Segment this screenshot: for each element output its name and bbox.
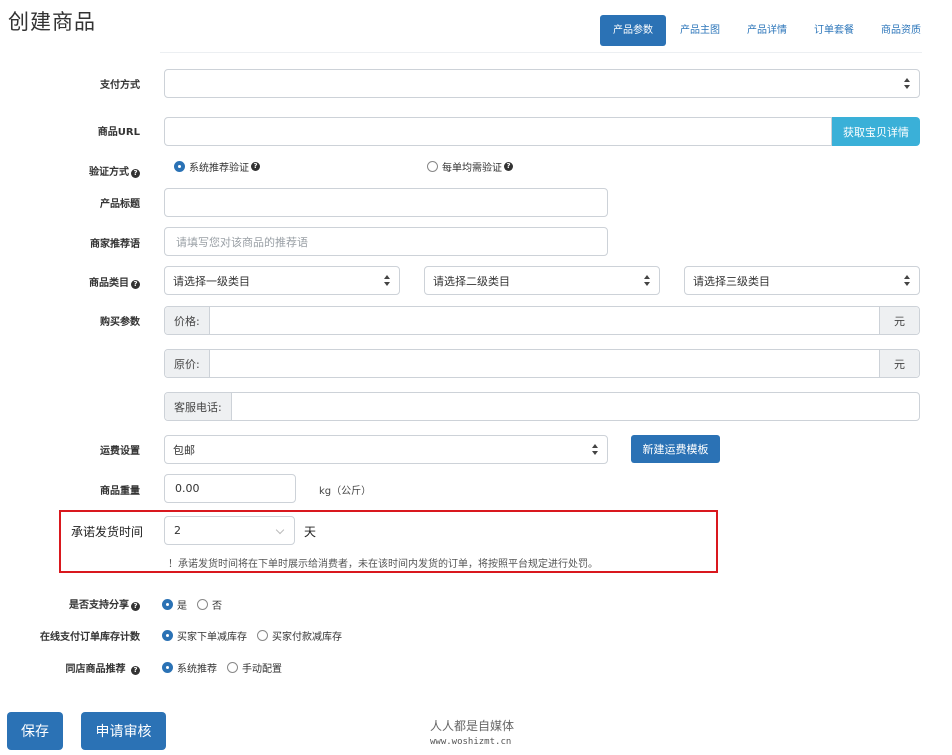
price-input-group[interactable]: 价格: 元	[164, 306, 920, 335]
question-icon: ?	[131, 280, 140, 289]
same-store-label-text: 同店商品推荐	[65, 664, 126, 675]
same-store-option-system-label: 系统推荐	[177, 664, 217, 675]
shipping-label: 运费设置	[100, 446, 140, 457]
same-store-option-manual[interactable]: 手动配置	[227, 660, 282, 675]
original-price-addon: 原价:	[165, 350, 210, 377]
select-arrows-icon	[381, 274, 395, 288]
category-level2-value: 请选择二级类目	[433, 274, 510, 288]
stock-label: 在线支付订单库存计数	[40, 632, 140, 643]
tab-product-main-image[interactable]: 产品主图	[667, 15, 733, 46]
same-store-option-manual-label: 手动配置	[242, 664, 282, 675]
share-option-yes[interactable]: 是	[162, 597, 187, 612]
purchase-label: 购买参数	[100, 317, 140, 328]
product-title-label: 产品标题	[100, 199, 140, 210]
product-title-input[interactable]	[164, 188, 608, 217]
payment-select[interactable]	[164, 69, 920, 98]
merchant-recommend-placeholder: 请填写您对该商品的推荐语	[176, 235, 308, 249]
question-icon: ?	[131, 666, 140, 675]
tab-bar: 产品参数 产品主图 产品详情 订单套餐 商品资质	[600, 15, 935, 46]
verify-radio-2[interactable]: 每单均需验证?	[427, 159, 513, 174]
tab-product-qualification[interactable]: 商品资质	[868, 15, 934, 46]
submit-review-button[interactable]: 申请审核	[81, 712, 166, 750]
promise-select[interactable]: 2	[164, 516, 295, 545]
question-icon: ?	[251, 162, 260, 171]
share-option-no-label: 否	[212, 601, 222, 612]
phone-input-group[interactable]: 客服电话:	[164, 392, 920, 421]
radio-checked-icon[interactable]	[174, 161, 185, 172]
promise-unit: 天	[304, 525, 317, 539]
tab-product-details[interactable]: 产品详情	[734, 15, 800, 46]
weight-value: 0.00	[175, 482, 200, 495]
stock-radio-group: 买家下单减库存 买家付款减库存	[162, 628, 342, 643]
category-level3-value: 请选择三级类目	[693, 274, 770, 288]
radio-checked-icon[interactable]	[162, 630, 173, 641]
share-radio-group: 是 否	[162, 597, 222, 612]
share-option-yes-label: 是	[177, 601, 187, 612]
merchant-recommend-input[interactable]: 请填写您对该商品的推荐语	[164, 227, 608, 256]
verify-label: 验证方式?	[60, 163, 140, 178]
merchant-recommend-label: 商家推荐语	[90, 239, 140, 250]
category-level2-select[interactable]: 请选择二级类目	[424, 266, 660, 295]
same-store-option-system[interactable]: 系统推荐	[162, 660, 217, 675]
radio-unchecked-icon[interactable]	[257, 630, 268, 641]
tab-product-params[interactable]: 产品参数	[600, 15, 666, 46]
stock-option-order[interactable]: 买家下单减库存	[162, 628, 247, 643]
page-title: 创建商品	[8, 10, 96, 34]
watermark: 人人都是自媒体 www.woshizmt.cn	[430, 718, 514, 750]
share-option-no[interactable]: 否	[197, 597, 222, 612]
price-addon: 价格:	[165, 307, 210, 334]
share-label-text: 是否支持分享	[69, 600, 129, 611]
verify-label-text: 验证方式	[89, 167, 129, 178]
shipping-select[interactable]: 包邮	[164, 435, 608, 464]
verify-option-system: 系统推荐验证	[189, 163, 249, 174]
price-unit: 元	[879, 307, 919, 334]
question-icon: ?	[504, 162, 513, 171]
radio-checked-icon[interactable]	[162, 662, 173, 673]
promise-note: ！承诺发货时间将在下单时展示给消费者，未在该时间内发货的订单，将按照平台规定进行…	[168, 559, 598, 570]
select-arrows-icon	[901, 77, 915, 91]
stock-option-pay-label: 买家付款减库存	[272, 632, 342, 643]
category-level1-value: 请选择一级类目	[173, 274, 250, 288]
category-level1-select[interactable]: 请选择一级类目	[164, 266, 400, 295]
radio-unchecked-icon[interactable]	[427, 161, 438, 172]
product-url-label: 商品URL	[97, 127, 140, 138]
category-label-text: 商品类目	[89, 278, 129, 289]
chevron-down-icon	[276, 527, 284, 535]
stock-option-pay[interactable]: 买家付款减库存	[257, 628, 342, 643]
watermark-line1: 人人都是自媒体	[430, 719, 515, 733]
fetch-details-button[interactable]: 获取宝贝详情	[832, 117, 920, 146]
new-shipping-template-button[interactable]: 新建运费模板	[631, 435, 720, 463]
verify-option-each: 每单均需验证	[442, 163, 502, 174]
same-store-label: 同店商品推荐 ?	[40, 660, 140, 675]
select-arrows-icon	[901, 274, 915, 288]
save-button[interactable]: 保存	[7, 712, 63, 750]
share-label: 是否支持分享?	[40, 596, 140, 611]
verify-radio-1[interactable]: 系统推荐验证?	[174, 159, 260, 174]
payment-label: 支付方式	[100, 80, 140, 91]
product-url-input[interactable]	[164, 117, 832, 146]
watermark-line2: www.woshizmt.cn	[430, 737, 512, 747]
weight-input[interactable]: 0.00	[164, 474, 296, 503]
question-icon: ?	[131, 602, 140, 611]
select-arrows-icon	[641, 274, 655, 288]
radio-checked-icon[interactable]	[162, 599, 173, 610]
category-label: 商品类目?	[60, 274, 140, 289]
question-icon: ?	[131, 169, 140, 178]
stock-option-order-label: 买家下单减库存	[177, 632, 247, 643]
radio-unchecked-icon[interactable]	[227, 662, 238, 673]
same-store-radio-group: 系统推荐 手动配置	[162, 660, 282, 675]
tab-order-package[interactable]: 订单套餐	[801, 15, 867, 46]
select-arrows-icon	[589, 443, 603, 457]
promise-label: 承诺发货时间	[71, 525, 144, 539]
header-divider	[160, 52, 922, 53]
phone-addon: 客服电话:	[165, 393, 232, 420]
category-level3-select[interactable]: 请选择三级类目	[684, 266, 920, 295]
radio-unchecked-icon[interactable]	[197, 599, 208, 610]
original-price-input-group[interactable]: 原价: 元	[164, 349, 920, 378]
original-price-unit: 元	[879, 350, 919, 377]
weight-label: 商品重量	[100, 486, 140, 497]
shipping-value: 包邮	[173, 443, 195, 457]
promise-value: 2	[174, 524, 181, 537]
weight-unit: kg（公斤）	[319, 486, 372, 497]
